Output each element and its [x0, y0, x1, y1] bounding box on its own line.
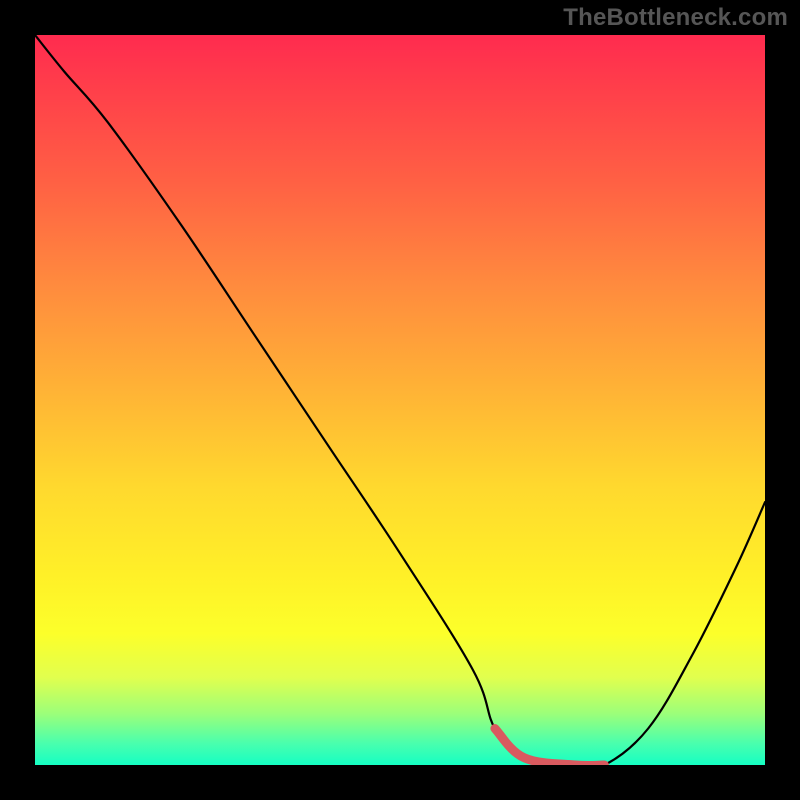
watermark-text: TheBottleneck.com	[563, 4, 788, 32]
sweet-spot-path	[495, 729, 605, 766]
bottleneck-curve	[35, 35, 765, 765]
chart-frame: TheBottleneck.com	[0, 0, 800, 800]
curve-path	[35, 35, 765, 765]
plot-area	[35, 35, 765, 765]
sweet-spot-highlight	[35, 35, 765, 765]
